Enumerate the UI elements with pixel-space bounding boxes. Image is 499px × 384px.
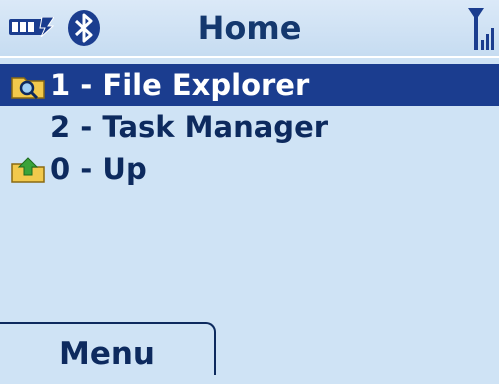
list-item-task-manager[interactable]: 2 - Task Manager — [0, 106, 499, 148]
list-item-label: 1 - File Explorer — [50, 68, 310, 102]
list-item-file-explorer[interactable]: 1 - File Explorer — [0, 64, 499, 106]
menu-softkey[interactable]: Menu — [0, 322, 216, 375]
softkey-bar: Menu — [0, 322, 499, 375]
status-bar: Home — [0, 0, 499, 58]
folder-up-icon — [11, 157, 45, 183]
folder-search-icon — [11, 77, 45, 100]
list-item-label: 2 - Task Manager — [50, 110, 329, 144]
signal-strength-icon — [468, 8, 494, 50]
page-title: Home — [197, 9, 302, 47]
list-item-up[interactable]: 0 - Up — [0, 148, 499, 190]
menu-list: 1 - File Explorer 2 - Task Manager 0 - U… — [0, 64, 499, 190]
list-item-label: 0 - Up — [50, 152, 147, 186]
